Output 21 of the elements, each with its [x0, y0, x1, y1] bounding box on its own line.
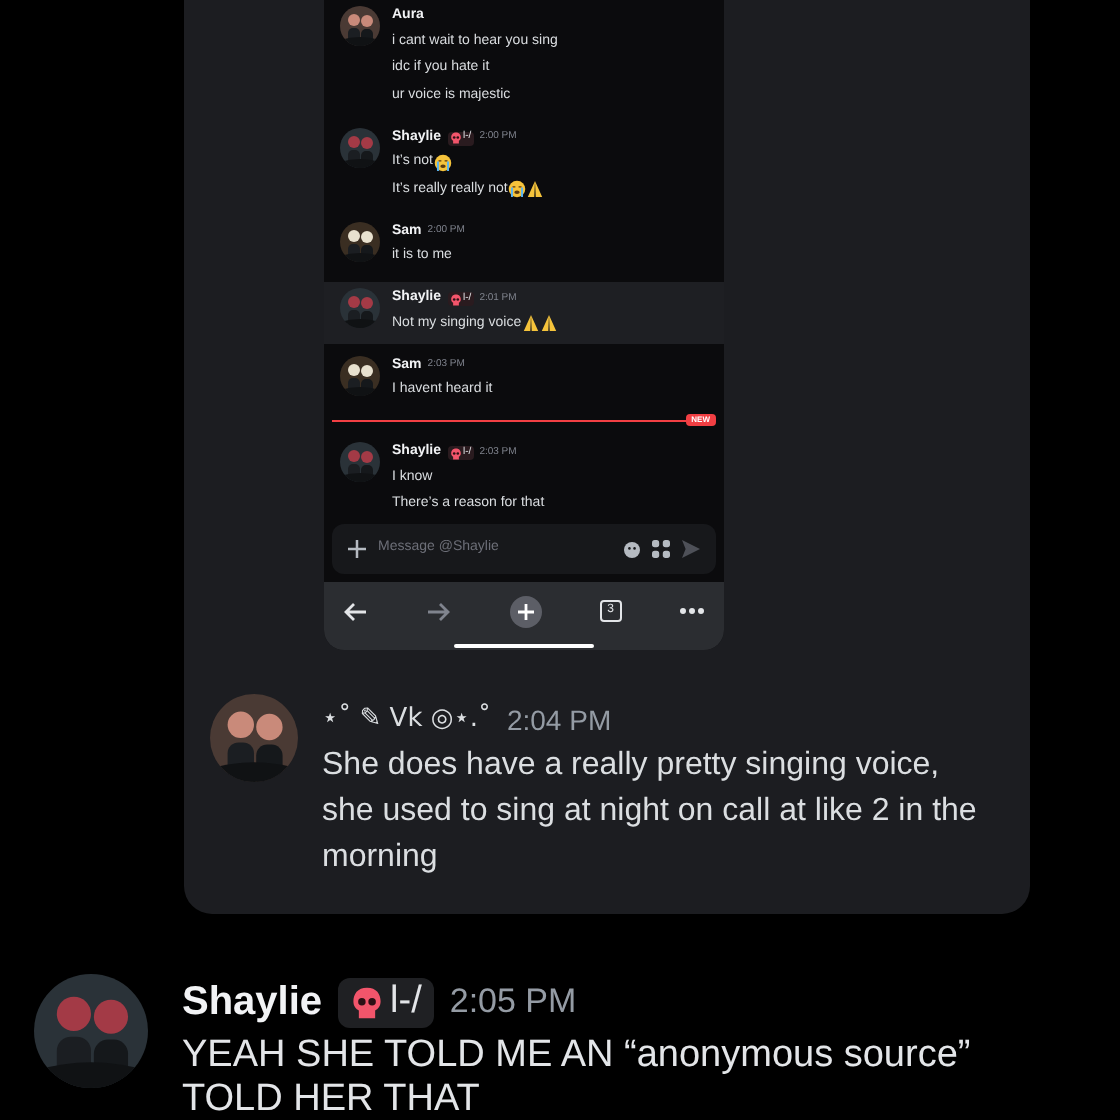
- more-icon[interactable]: [680, 608, 704, 615]
- forward-arrow-icon[interactable]: [426, 601, 451, 622]
- new-tab-icon[interactable]: [509, 595, 541, 628]
- emoji-icon[interactable]: [624, 541, 640, 558]
- role-badge: l-/: [338, 977, 434, 1027]
- crying-face-icon: [433, 153, 451, 172]
- author-name[interactable]: ⋆˚ ✎ Vk ◎⋆.˚: [322, 700, 491, 740]
- apps-icon[interactable]: [652, 540, 670, 559]
- message-text: She does have a really pretty singing voice, she used to sing at night on call at like 2 in the morning: [322, 746, 979, 878]
- back-arrow-icon[interactable]: [344, 601, 368, 622]
- message-text: YEAH SHE TOLD ME AN “anonymous source” TOLD HER THAT: [182, 1034, 973, 1120]
- skull-icon: [350, 985, 385, 1019]
- timestamp: 2:05 PM: [449, 980, 577, 1025]
- skull-icon: [449, 132, 462, 144]
- home-indicator: [454, 644, 594, 649]
- author-name[interactable]: Shaylie: [182, 972, 323, 1032]
- crying-face-icon: [507, 180, 526, 199]
- skull-icon: [449, 447, 462, 459]
- plus-icon[interactable]: [348, 540, 366, 559]
- timestamp: 2:04 PM: [506, 701, 612, 739]
- skull-icon: [449, 293, 462, 305]
